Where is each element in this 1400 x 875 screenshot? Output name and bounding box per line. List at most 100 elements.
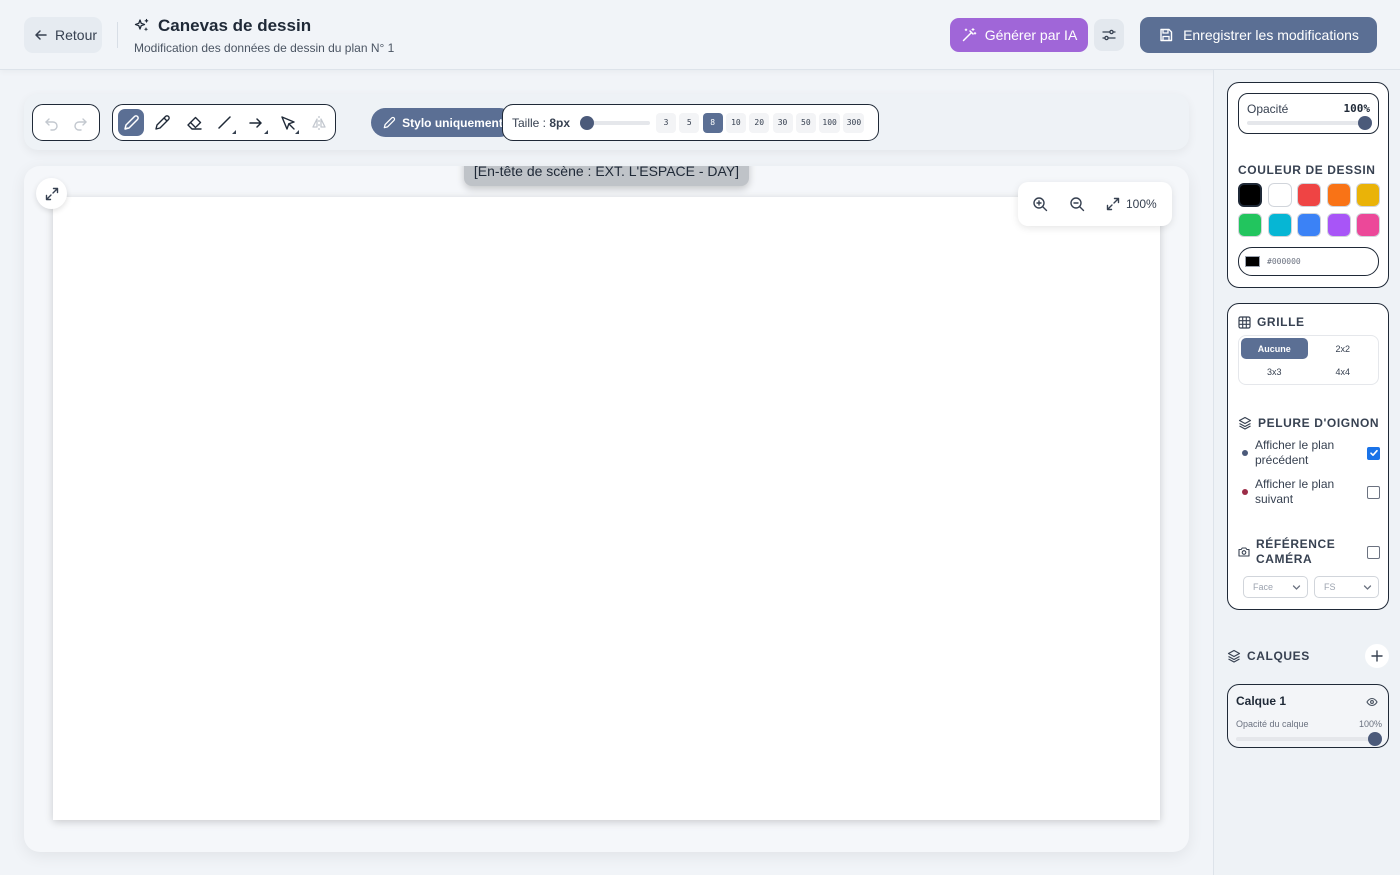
size-preset-8[interactable]: 8 [702, 112, 723, 133]
arrow-right-icon [247, 114, 265, 132]
layer-opacity-thumb[interactable] [1368, 732, 1382, 746]
size-slider[interactable] [580, 115, 651, 130]
hex-color-input[interactable]: #000000 [1238, 247, 1379, 276]
line-tool[interactable] [212, 109, 238, 136]
color-swatch-6[interactable] [1238, 213, 1262, 237]
grid-option-3x3[interactable]: 3x3 [1241, 361, 1308, 382]
page-subtitle: Modification des données de dessin du pl… [134, 41, 395, 55]
mirror-tool[interactable] [306, 109, 332, 136]
redo-icon[interactable] [72, 115, 88, 131]
page-title: Canevas de dessin [158, 16, 312, 35]
opacity-slider-thumb[interactable] [1358, 116, 1372, 130]
pencil-icon [153, 114, 171, 132]
drawing-canvas[interactable] [53, 197, 1160, 820]
pen-only-toggle[interactable]: Stylo uniquement [371, 108, 514, 137]
app-header: Retour Canevas de dessin Modification de… [0, 0, 1400, 70]
color-swatch-5[interactable] [1356, 183, 1380, 207]
grid-options: Aucune 2x2 3x3 4x4 [1238, 335, 1379, 385]
expand-icon [45, 187, 59, 201]
drawing-toolbar: Stylo uniquement Taille : 8px 3 5 8 10 2… [24, 94, 1189, 150]
pen-icon [122, 114, 140, 132]
eye-icon[interactable] [1366, 696, 1378, 708]
pen-tool[interactable] [117, 109, 144, 136]
onion-previous-option[interactable]: Afficher le plan précédent [1242, 438, 1380, 468]
eraser-tool[interactable] [180, 109, 206, 136]
layer-opacity-label: Opacité du calque [1236, 719, 1309, 729]
size-preset-10[interactable]: 10 [725, 112, 746, 133]
color-swatch-1[interactable] [1238, 183, 1262, 207]
camera-selects: Face FS [1243, 576, 1379, 598]
submenu-indicator [295, 130, 300, 134]
canvas-container: [En-tête de scène : EXT. L'ESPACE - DAY]… [24, 166, 1189, 852]
color-section-title: COULEUR DE DESSIN [1238, 163, 1376, 177]
color-swatch-10[interactable] [1356, 213, 1380, 237]
next-plan-color-dot [1242, 489, 1248, 495]
eraser-icon [185, 114, 203, 132]
color-swatch-3[interactable] [1297, 183, 1321, 207]
camera-icon [1238, 546, 1250, 558]
properties-panel: Opacité 100% COULEUR DE DESSIN #000000 G… [1213, 70, 1400, 875]
size-preset-3[interactable]: 3 [656, 112, 677, 133]
camera-shot-select[interactable]: FS [1314, 576, 1379, 598]
layer-name: Calque 1 [1236, 694, 1287, 708]
cursor-icon [279, 114, 297, 132]
layers-icon [1238, 416, 1252, 430]
line-icon [216, 114, 234, 132]
chevron-down-icon [1363, 583, 1372, 592]
zoom-in-icon[interactable] [1032, 196, 1048, 212]
generate-ai-label: Générer par IA [984, 27, 1078, 43]
layers-title: CALQUES [1247, 649, 1310, 663]
previous-plan-color-dot [1242, 450, 1248, 456]
opacity-value: 100% [1343, 102, 1371, 115]
grid-option-none[interactable]: Aucune [1241, 338, 1308, 359]
add-layer-button[interactable] [1365, 644, 1389, 668]
fullscreen-button[interactable] [36, 178, 67, 209]
size-preset-30[interactable]: 30 [772, 112, 793, 133]
camera-reference-label: RÉFÉRENCE CAMÉRA [1256, 537, 1336, 566]
color-swatch-8[interactable] [1297, 213, 1321, 237]
color-swatch-9[interactable] [1326, 213, 1351, 237]
grid-option-4x4[interactable]: 4x4 [1310, 361, 1377, 382]
size-preset-20[interactable]: 20 [749, 112, 770, 133]
layer-opacity-slider[interactable] [1236, 732, 1382, 746]
select-tool[interactable] [275, 109, 301, 136]
color-box: Opacité 100% COULEUR DE DESSIN #000000 [1227, 82, 1389, 288]
layer-item[interactable]: Calque 1 Opacité du calque 100% [1227, 684, 1389, 748]
opacity-slider[interactable] [1247, 116, 1372, 130]
zoom-reset-button[interactable]: 100% [1106, 197, 1157, 211]
color-preview-chip[interactable] [1245, 256, 1260, 267]
grid-section-title: GRILLE [1238, 315, 1305, 329]
hex-value: #000000 [1267, 257, 1301, 266]
color-swatch-2[interactable] [1267, 183, 1292, 207]
camera-reference-option[interactable]: RÉFÉRENCE CAMÉRA [1238, 537, 1380, 567]
camera-reference-checkbox[interactable] [1367, 545, 1380, 559]
onion-previous-checkbox[interactable] [1367, 446, 1380, 460]
layers-icon [1227, 649, 1241, 663]
size-preset-100[interactable]: 100 [819, 112, 841, 133]
settings-button[interactable] [1094, 19, 1124, 51]
title-block: Canevas de dessin Modification des donné… [134, 16, 394, 55]
size-slider-thumb[interactable] [580, 115, 595, 130]
chevron-down-icon [1292, 583, 1301, 592]
size-preset-300[interactable]: 300 [843, 112, 865, 133]
onion-next-option[interactable]: Afficher le plan suivant [1242, 477, 1380, 507]
generate-ai-button[interactable]: Générer par IA [950, 18, 1088, 52]
arrow-left-icon [33, 27, 49, 43]
size-preset-5[interactable]: 5 [679, 112, 700, 133]
save-changes-button[interactable]: Enregistrer les modifications [1140, 17, 1377, 53]
camera-angle-select[interactable]: Face [1243, 576, 1308, 598]
save-changes-label: Enregistrer les modifications [1183, 27, 1359, 43]
color-swatch-4[interactable] [1326, 183, 1351, 207]
pen-only-label: Stylo uniquement [402, 115, 503, 130]
history-group [32, 104, 100, 141]
undo-icon[interactable] [44, 115, 60, 131]
color-swatch-7[interactable] [1267, 213, 1292, 237]
zoom-out-icon[interactable] [1069, 196, 1085, 212]
arrow-tool[interactable] [243, 109, 269, 136]
back-button[interactable]: Retour [24, 17, 102, 53]
onion-next-checkbox[interactable] [1367, 485, 1380, 499]
pencil-tool[interactable] [149, 109, 175, 136]
grid-option-2x2[interactable]: 2x2 [1310, 338, 1377, 359]
onion-next-label: Afficher le plan suivant [1255, 477, 1335, 506]
size-preset-50[interactable]: 50 [795, 112, 816, 133]
